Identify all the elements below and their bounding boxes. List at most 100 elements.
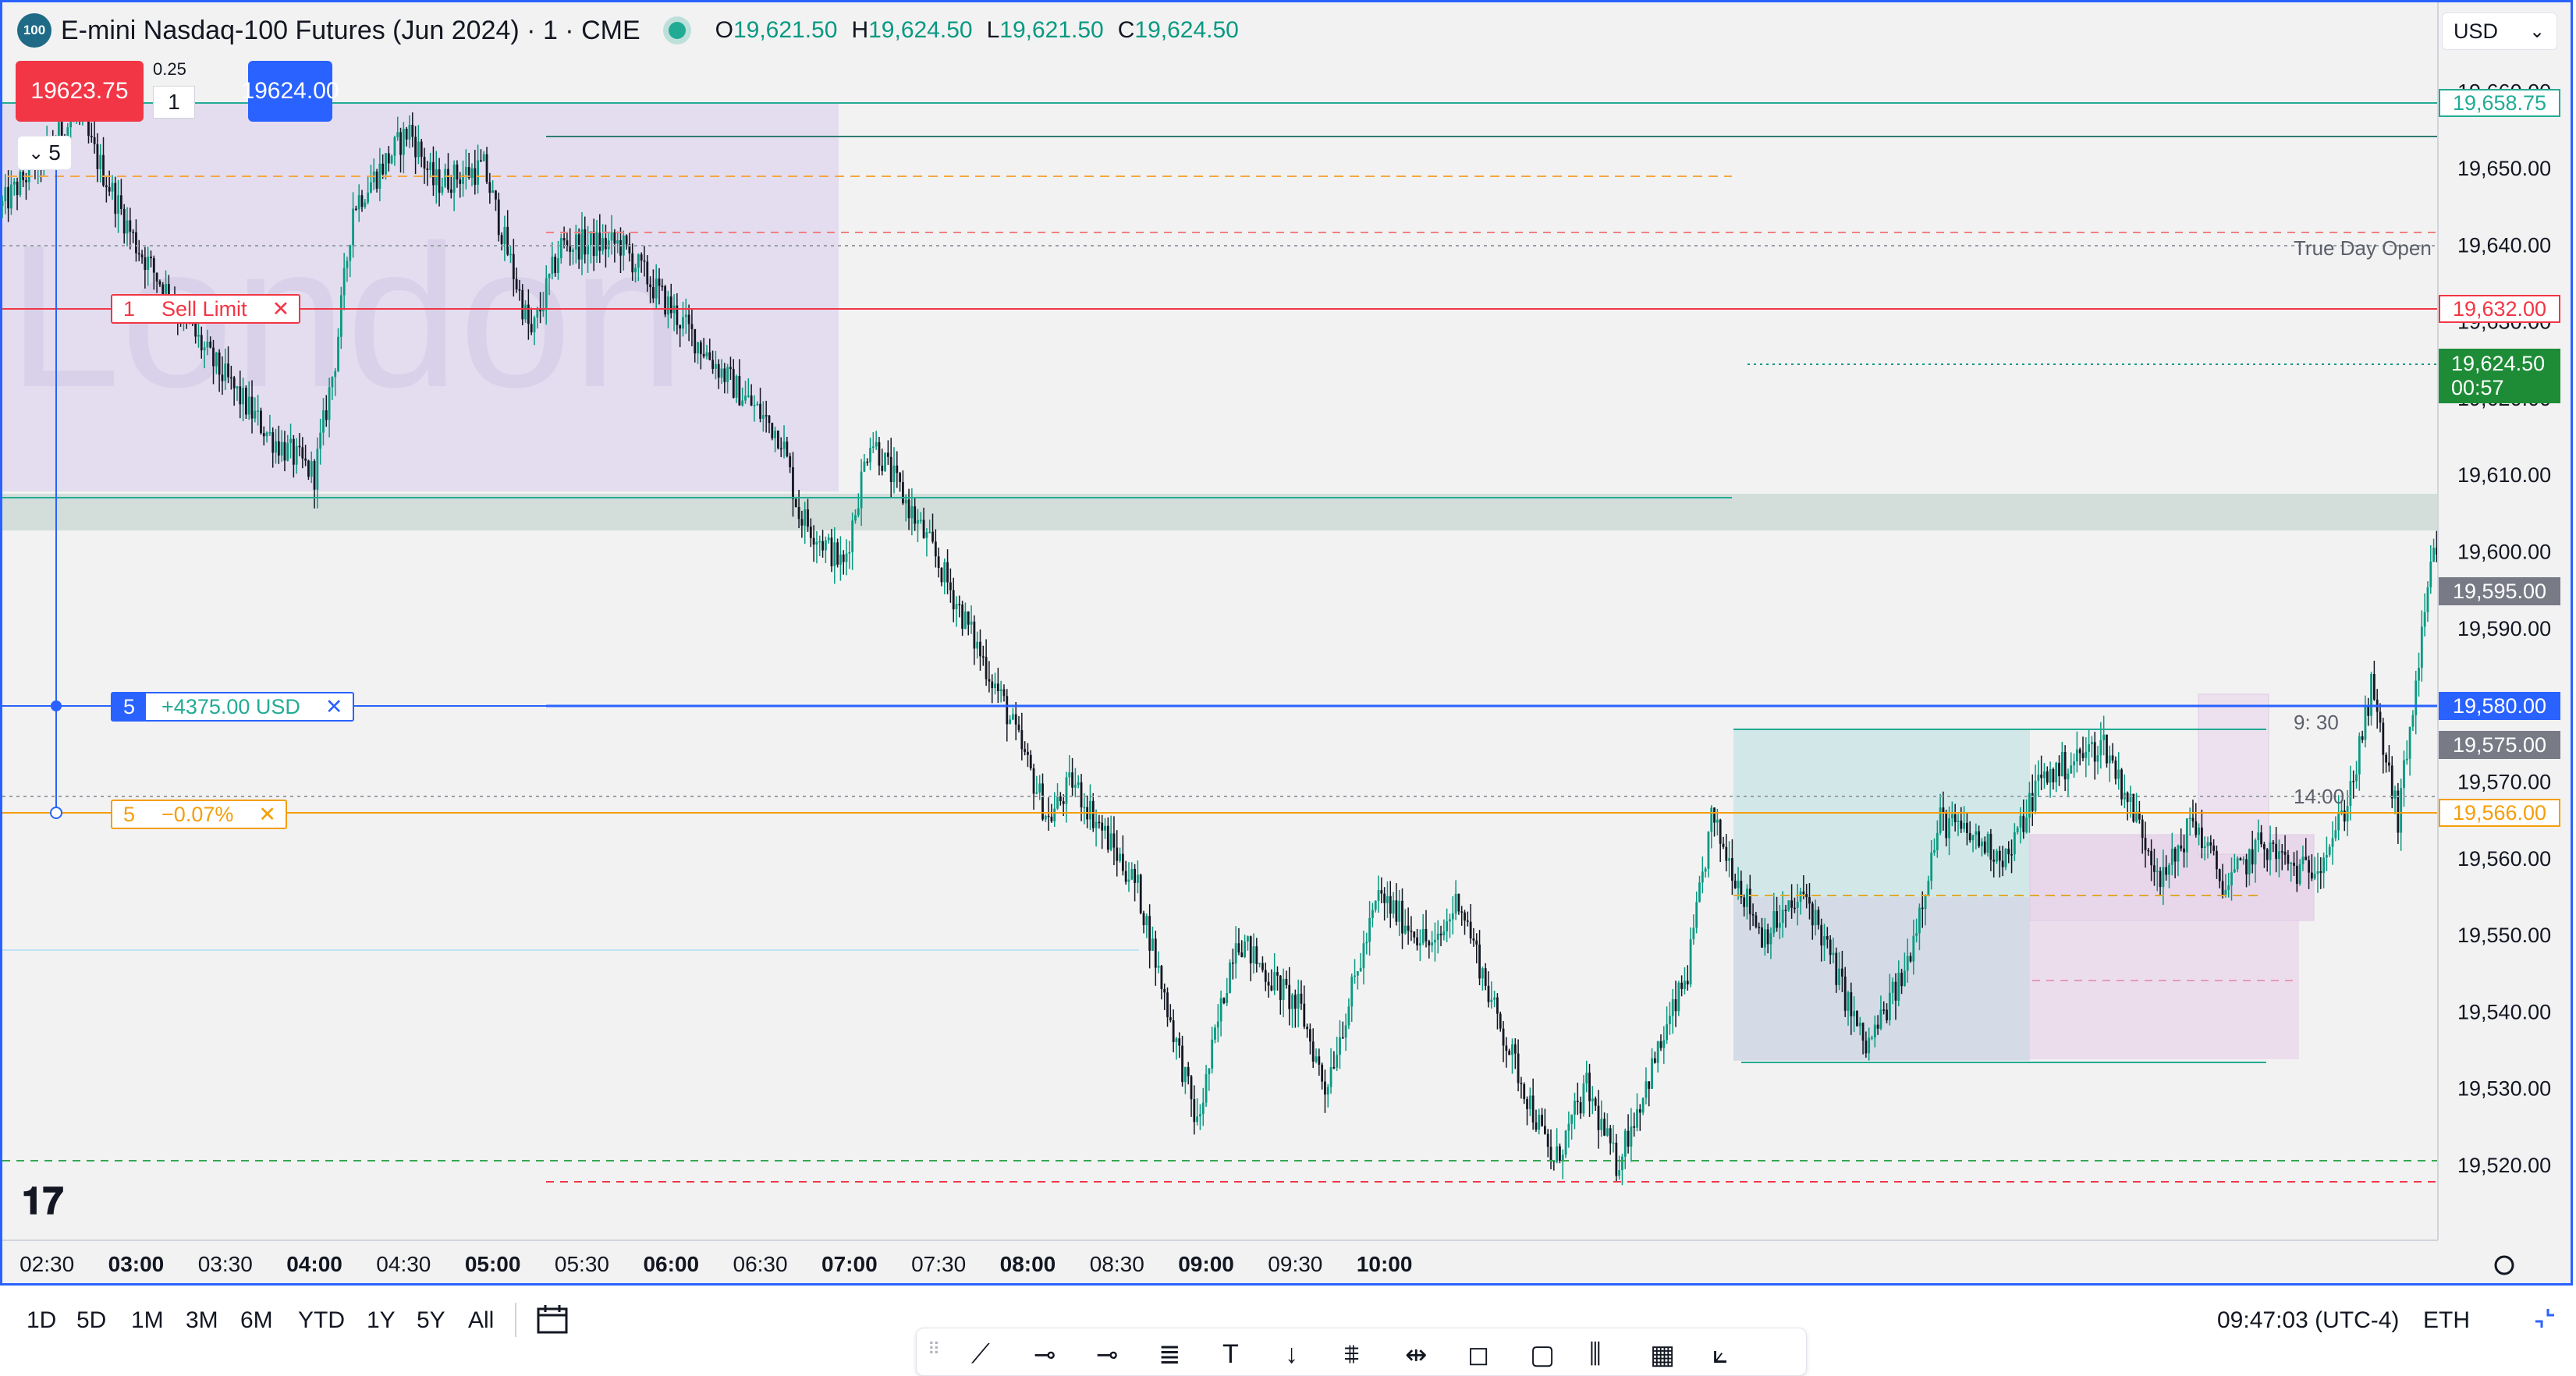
drag-handle-icon[interactable]: ⠿ bbox=[928, 1339, 940, 1360]
position-icon[interactable]: ⩨ bbox=[1344, 1339, 1359, 1370]
measure-icon[interactable]: ⇹ bbox=[1405, 1339, 1428, 1371]
grid-icon[interactable]: ▦ bbox=[1650, 1339, 1675, 1371]
candle-body bbox=[800, 519, 804, 526]
candle-body bbox=[390, 155, 393, 164]
candle-body bbox=[1244, 941, 1246, 957]
candle-body bbox=[1989, 834, 1992, 860]
calendar-icon[interactable] bbox=[535, 1303, 571, 1337]
candle-body bbox=[2248, 849, 2251, 874]
candle-body bbox=[557, 258, 559, 274]
range-button-5d[interactable]: 5D bbox=[76, 1307, 106, 1334]
candle-body bbox=[1945, 812, 1948, 839]
candle-body bbox=[1853, 1011, 1856, 1016]
range-button-6m[interactable]: 6M bbox=[240, 1307, 273, 1334]
buy-button[interactable]: 19624.00 bbox=[241, 61, 339, 122]
candle-body bbox=[298, 445, 301, 448]
position-pnl[interactable]: +4375.00 USD bbox=[146, 693, 316, 720]
fib-icon[interactable]: ≣ bbox=[1158, 1339, 1181, 1371]
candle-body bbox=[1861, 1023, 1865, 1041]
quantity-input[interactable]: 1 bbox=[153, 86, 195, 119]
horizontal-ray-icon[interactable]: ⊸ bbox=[1034, 1339, 1056, 1371]
candle-body bbox=[1927, 881, 1930, 896]
candle-body bbox=[711, 360, 714, 369]
sell-button[interactable]: 19623.75 bbox=[16, 61, 144, 122]
candle-body bbox=[2168, 864, 2170, 875]
range-button-3m[interactable]: 3M bbox=[186, 1307, 218, 1334]
candle-body bbox=[2108, 755, 2111, 764]
stop-percent[interactable]: −0.07% bbox=[146, 801, 249, 828]
rectangle-icon[interactable]: ◻ bbox=[1467, 1339, 1489, 1371]
candle-body bbox=[1413, 931, 1416, 938]
candle-body bbox=[2334, 830, 2337, 839]
box-icon[interactable]: ▢ bbox=[1530, 1339, 1555, 1371]
text-icon[interactable]: T bbox=[1222, 1339, 1239, 1370]
session-clock[interactable]: 09:47:03 (UTC-4) bbox=[2217, 1307, 2399, 1334]
order-qty[interactable]: 1 bbox=[112, 296, 146, 322]
currency-select[interactable]: USD ⌄ bbox=[2442, 12, 2557, 50]
position-label[interactable]: 5 +4375.00 USD ✕ bbox=[111, 692, 354, 722]
candles-icon[interactable]: ⫼ bbox=[1589, 1339, 1602, 1370]
cancel-order-icon[interactable]: ✕ bbox=[263, 296, 300, 322]
range-button-all[interactable]: All bbox=[468, 1307, 494, 1334]
brush-icon[interactable]: ⟀ bbox=[1712, 1339, 1728, 1370]
price-tag[interactable]: 19,632.00 bbox=[2439, 295, 2560, 323]
fvg-zone bbox=[2, 494, 2438, 530]
price-tag[interactable]: 19,580.00 bbox=[2439, 692, 2560, 720]
session-toggle[interactable]: ETH bbox=[2423, 1307, 2470, 1334]
range-button-1m[interactable]: 1M bbox=[131, 1307, 164, 1334]
range-button-1d[interactable]: 1D bbox=[27, 1307, 56, 1334]
stop-qty[interactable]: 5 bbox=[112, 801, 146, 828]
candle-body bbox=[1216, 1021, 1219, 1028]
candle-body bbox=[1431, 942, 1434, 946]
candle-body bbox=[414, 137, 417, 158]
candle-body bbox=[1983, 841, 1986, 853]
candle-body bbox=[2423, 612, 2426, 627]
candle-body bbox=[616, 239, 619, 244]
market-open-indicator[interactable] bbox=[668, 22, 686, 39]
candle-body bbox=[643, 261, 646, 262]
range-button-1y[interactable]: 1Y bbox=[367, 1307, 396, 1334]
candle-body bbox=[1915, 933, 1918, 936]
candle-body bbox=[1582, 1083, 1585, 1114]
order-type[interactable]: Sell Limit bbox=[146, 296, 263, 322]
candle-body bbox=[283, 442, 286, 461]
sell-limit-order[interactable]: 1 Sell Limit ✕ bbox=[111, 294, 301, 324]
candle-body bbox=[1924, 895, 1927, 910]
candle-body bbox=[1948, 817, 1950, 839]
position-qty[interactable]: 5 bbox=[112, 693, 147, 720]
arrow-down-icon[interactable]: ↓ bbox=[1285, 1339, 1298, 1370]
candle-body bbox=[1446, 921, 1449, 932]
candle-body bbox=[521, 290, 524, 320]
symbol-title[interactable]: E-mini Nasdaq-100 Futures (Jun 2024) · 1… bbox=[61, 16, 640, 46]
price-tag[interactable]: 19,575.00 bbox=[2439, 731, 2560, 759]
candle-body bbox=[914, 506, 917, 524]
time-tick-label: 08:30 bbox=[1090, 1252, 1144, 1276]
candle-body bbox=[899, 473, 902, 483]
candle-body bbox=[723, 368, 726, 382]
candle-body bbox=[1567, 1123, 1570, 1131]
price-tag[interactable]: 19,658.75 bbox=[2439, 89, 2560, 117]
ray-icon[interactable]: ⊸ bbox=[1096, 1339, 1119, 1371]
trend-line-icon[interactable]: ⟋ bbox=[971, 1339, 990, 1370]
candle-body bbox=[2191, 817, 2195, 822]
candle-body bbox=[934, 541, 937, 557]
candle-body bbox=[1106, 825, 1109, 850]
price-tag[interactable]: 19,595.00 bbox=[2439, 577, 2560, 605]
collapse-icon[interactable] bbox=[2528, 1301, 2562, 1335]
close-position-icon[interactable]: ✕ bbox=[316, 693, 353, 720]
cancel-stop-icon[interactable]: ✕ bbox=[249, 801, 286, 828]
range-button-5y[interactable]: 5Y bbox=[417, 1307, 445, 1334]
candle-body bbox=[1193, 1099, 1196, 1122]
candle-body bbox=[2147, 849, 2150, 852]
stop-order-label[interactable]: 5 −0.07% ✕ bbox=[111, 800, 287, 829]
price-tag[interactable]: 19,624.50 00:57 bbox=[2439, 349, 2560, 403]
price-tag[interactable]: 19,566.00 bbox=[2439, 799, 2560, 827]
candle-body bbox=[295, 445, 298, 465]
chart-canvas[interactable]: London True Day Open9: 3014:00 19,660.00… bbox=[0, 0, 2576, 1287]
range-button-ytd[interactable]: YTD bbox=[298, 1307, 345, 1334]
candle-body bbox=[1041, 783, 1044, 820]
candle-body bbox=[584, 229, 587, 255]
candle-body bbox=[2287, 854, 2290, 864]
candle-body bbox=[1309, 1029, 1311, 1042]
collapse-indicators-button[interactable]: ⌄ 5 bbox=[17, 136, 72, 170]
